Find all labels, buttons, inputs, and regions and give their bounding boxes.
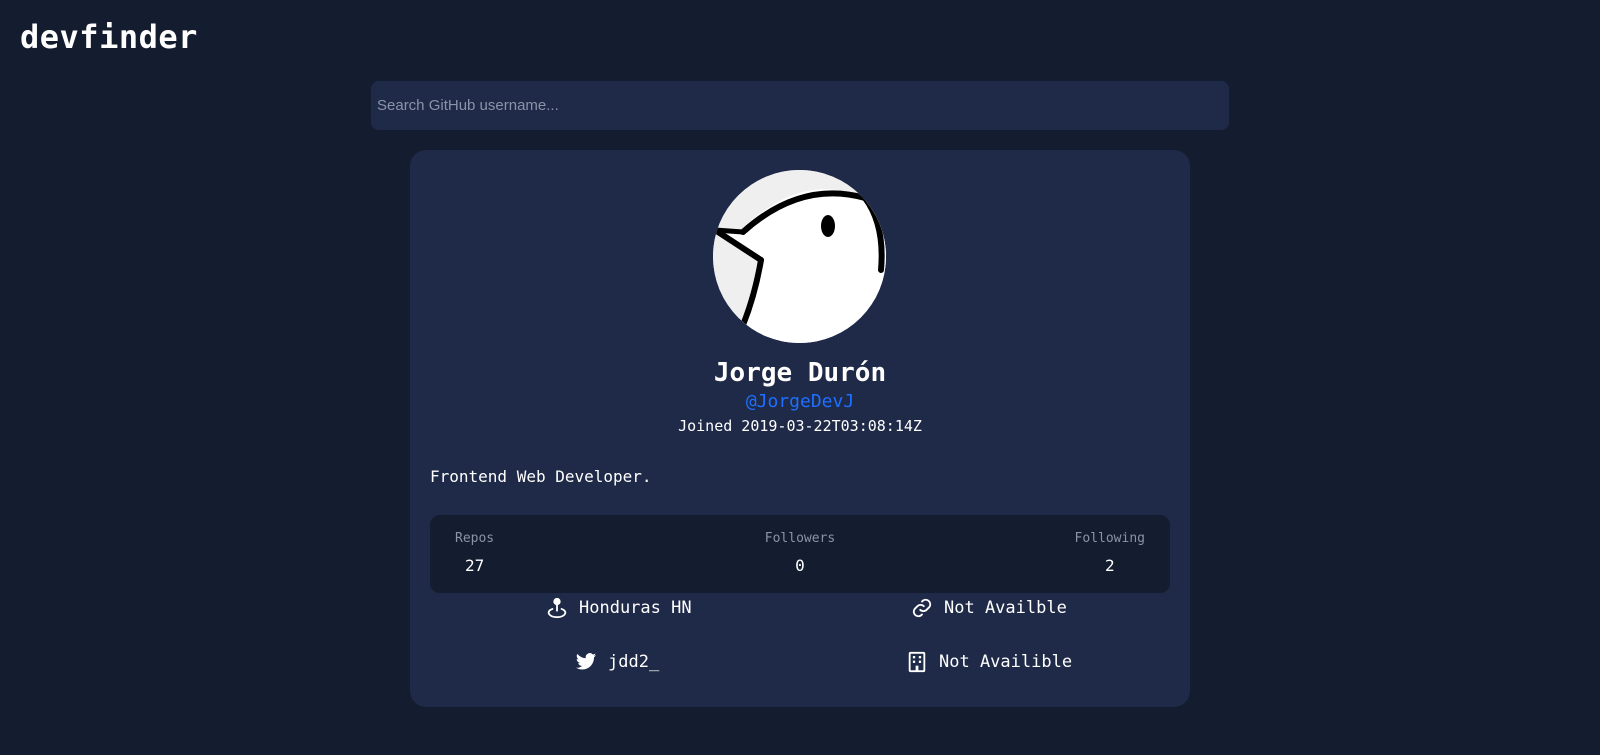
join-date: Joined 2019-03-22T03:08:14Z xyxy=(678,417,922,435)
stat-followers: Followers 0 xyxy=(430,531,1170,575)
profile-card: Jorge Durón @JorgeDevJ Joined 2019-03-22… xyxy=(410,150,1190,707)
location-pin-icon xyxy=(546,597,568,619)
stat-followers-value: 0 xyxy=(795,556,805,575)
user-bio: Frontend Web Developer. xyxy=(430,467,652,486)
link-icon xyxy=(911,597,933,619)
blog-text: Not Availble xyxy=(944,598,1067,618)
company-item: Not Availible xyxy=(906,651,1072,673)
location-item: Honduras HN xyxy=(546,597,692,619)
location-text: Honduras HN xyxy=(579,598,692,618)
user-name: Jorge Durón xyxy=(713,358,887,388)
blog-item[interactable]: Not Availble xyxy=(911,597,1067,619)
stats-box: Repos 27 Followers 0 Following 2 xyxy=(430,515,1170,593)
company-text: Not Availible xyxy=(939,652,1073,672)
search-input[interactable] xyxy=(371,81,1229,130)
building-icon xyxy=(906,651,928,673)
stat-following: Following 2 xyxy=(1075,531,1145,575)
stat-following-value: 2 xyxy=(1104,556,1115,575)
twitter-icon xyxy=(575,651,597,673)
stat-followers-label: Followers xyxy=(764,531,836,546)
twitter-text: jdd2_ xyxy=(608,652,660,672)
app-title: devfinder xyxy=(20,18,198,56)
search-bar xyxy=(371,81,1229,130)
avatar xyxy=(713,170,886,343)
bird-avatar-icon xyxy=(713,170,886,343)
user-handle-link[interactable]: @JorgeDevJ xyxy=(410,391,1190,412)
stat-following-label: Following xyxy=(1074,531,1145,546)
twitter-item[interactable]: jdd2_ xyxy=(575,651,659,673)
